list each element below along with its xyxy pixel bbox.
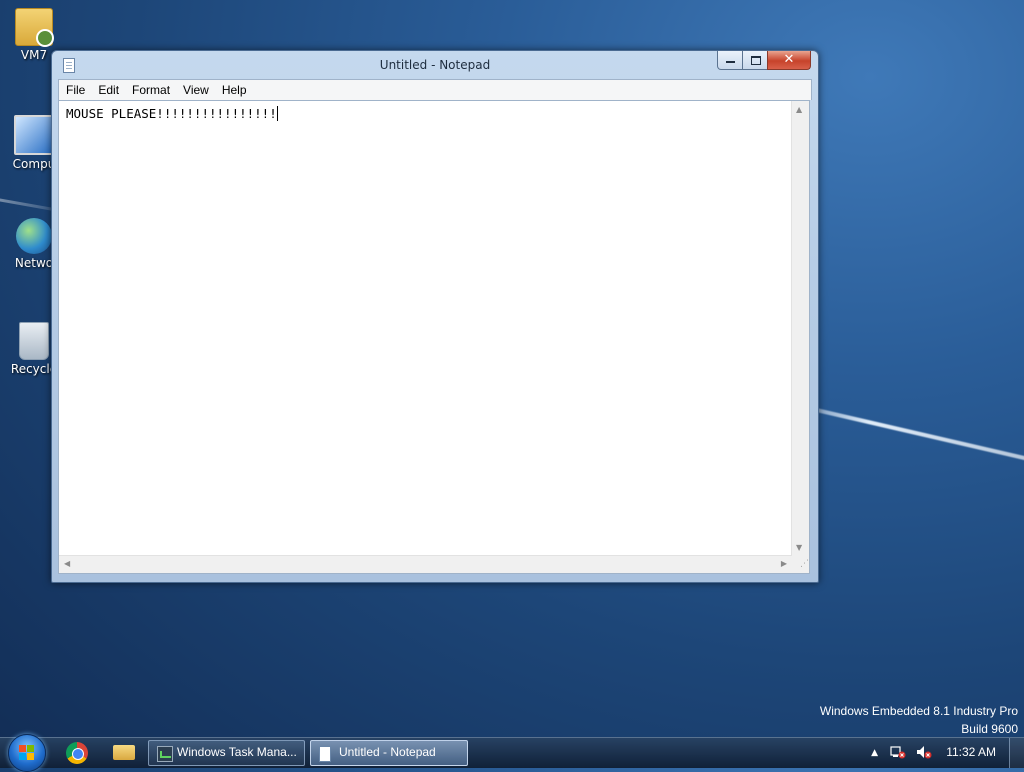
network-icon [16,218,52,254]
text-editor[interactable]: MOUSE PLEASE!!!!!!!!!!!!!!!! ▲ ▼ ◀ ▶ ⋰ [58,100,810,574]
title-bar[interactable]: Untitled - Notepad ✕ [52,51,818,77]
maximize-button[interactable] [742,51,768,70]
recycle-bin-icon [19,322,49,360]
close-icon: ✕ [783,52,795,67]
menu-help[interactable]: Help [215,80,253,100]
volume-muted-icon[interactable] [916,745,932,759]
computer-icon [14,115,54,155]
maximize-icon [751,56,761,65]
scroll-up-arrow-icon[interactable]: ▲ [796,105,802,114]
taskbar: Windows Task Mana... Untitled - Notepad … [0,734,1024,772]
vertical-scrollbar[interactable]: ▲ ▼ [791,101,809,556]
file-explorer-icon[interactable] [113,745,135,760]
taskbar-notepad[interactable]: Untitled - Notepad [310,740,468,766]
show-hidden-icons-icon[interactable]: ▲ [871,748,878,758]
os-build-watermark: Build 9600 [961,722,1018,736]
menu-file[interactable]: File [59,80,91,100]
taskbar-task-label: Untitled - Notepad [339,745,436,759]
menu-format[interactable]: Format [125,80,176,100]
taskbar-task-label: Windows Task Mana... [177,745,297,759]
menu-bar: File Edit Format View Help [58,79,812,100]
minimize-icon [726,61,735,63]
minimize-button[interactable] [717,51,743,70]
menu-view[interactable]: View [176,80,215,100]
horizontal-scrollbar[interactable]: ◀ ▶ [59,555,792,573]
start-button[interactable] [8,734,46,772]
windows-logo-icon [19,745,35,761]
menu-edit[interactable]: Edit [91,80,125,100]
editor-content: MOUSE PLEASE!!!!!!!!!!!!!!!! [66,106,277,121]
chrome-icon[interactable] [66,742,88,764]
text-caret [276,106,278,121]
scroll-left-arrow-icon[interactable]: ◀ [64,559,70,568]
notepad-window[interactable]: Untitled - Notepad ✕ File Edit Format Vi… [51,50,819,583]
size-grip-icon[interactable]: ⋰ [792,556,809,573]
user-folder-icon [15,8,54,47]
os-edition-watermark: Windows Embedded 8.1 Industry Pro [819,704,1018,718]
network-disconnected-icon[interactable] [890,745,906,759]
editor-text-line[interactable]: MOUSE PLEASE!!!!!!!!!!!!!!!! [66,106,278,121]
close-button[interactable]: ✕ [767,51,811,70]
taskbar-clock[interactable]: 11:32 AM [946,745,996,759]
taskbar-task-manager[interactable]: Windows Task Mana... [148,740,305,766]
window-title: Untitled - Notepad [379,58,491,72]
task-manager-icon [157,746,173,762]
notepad-icon [319,746,331,762]
scroll-right-arrow-icon[interactable]: ▶ [781,559,787,568]
show-desktop-button[interactable] [1009,738,1024,768]
scroll-down-arrow-icon[interactable]: ▼ [796,543,802,552]
